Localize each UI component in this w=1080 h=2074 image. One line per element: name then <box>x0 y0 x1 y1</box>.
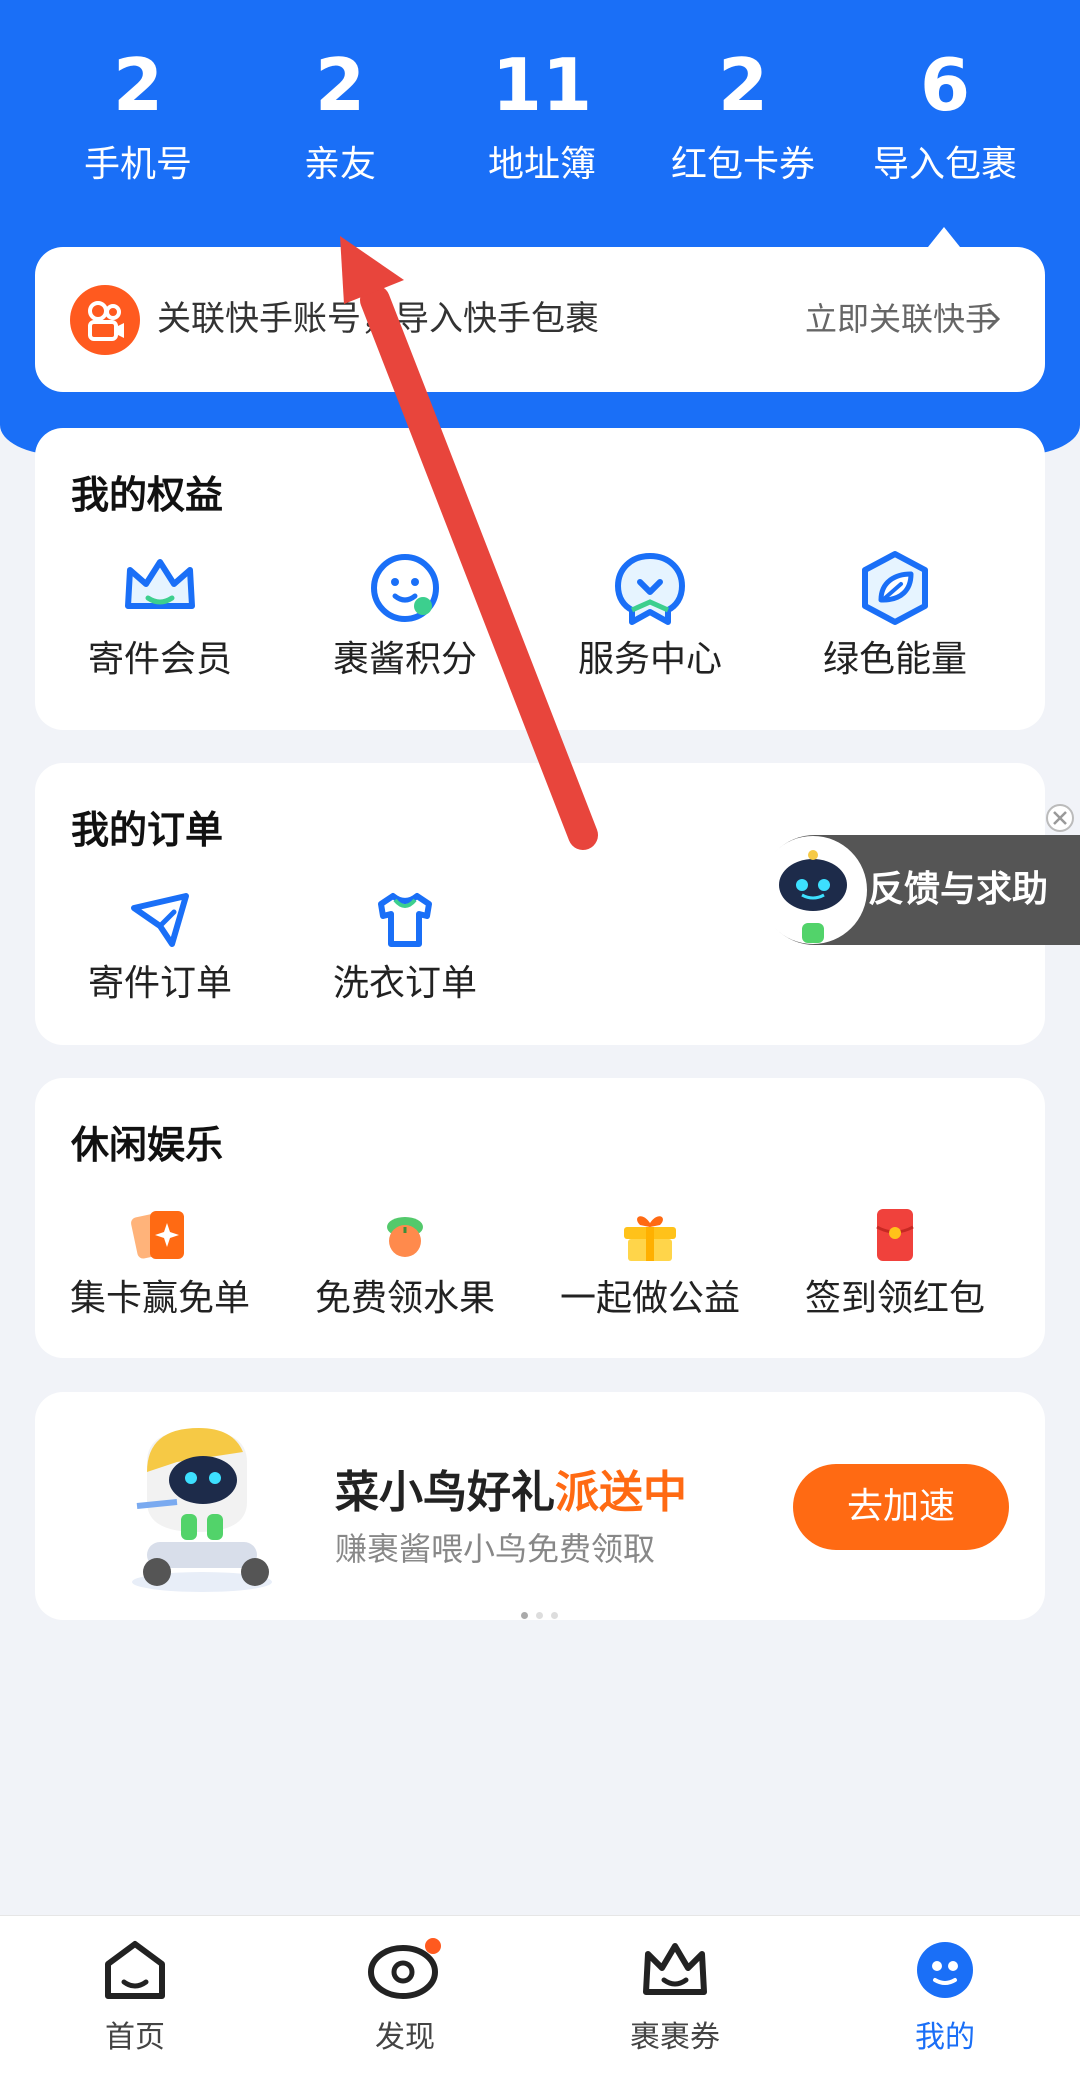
banner-title-main: 菜小鸟好礼 <box>335 1467 555 1518</box>
robot-mascot-icon <box>132 1428 272 1592</box>
benefit-item[interactable]: 绿色能量 <box>770 548 1020 688</box>
order-item[interactable]: 洗衣订单 <box>280 888 530 1012</box>
home-icon <box>105 1941 165 1999</box>
tshirt-icon <box>378 893 432 947</box>
tab-label: 发现 <box>375 2020 435 2055</box>
red-envelope-icon <box>876 1209 914 1261</box>
stat-value: 2 <box>314 43 366 127</box>
leaf-hexagon-icon <box>862 551 928 625</box>
order-item[interactable]: 寄件订单 <box>35 888 285 1012</box>
close-icon[interactable] <box>1044 802 1076 834</box>
order-label: 洗衣订单 <box>332 963 477 1004</box>
feedback-label: 反馈与求助 <box>868 869 1049 910</box>
tab-mine[interactable]: 我的 <box>865 1938 1025 2056</box>
eye-icon <box>368 1938 441 1999</box>
section-title: 休闲娱乐 <box>71 1123 224 1167</box>
leisure-label: 一起做公益 <box>559 1278 740 1319</box>
stat-phone[interactable]: 2 手机号 <box>38 40 238 200</box>
service-heart-icon <box>615 553 685 625</box>
card-icon <box>131 1211 184 1259</box>
stat-label: 地址簿 <box>487 144 596 185</box>
stat-label: 手机号 <box>83 144 192 185</box>
notification-dot <box>425 1938 441 1954</box>
leisure-label: 集卡赢免单 <box>69 1278 250 1319</box>
benefit-label: 寄件会员 <box>87 639 232 680</box>
stat-label: 导入包裹 <box>872 144 1017 185</box>
banner-subtitle: 赚裹酱喂小鸟免费领取 <box>335 1530 656 1568</box>
stat-value: 2 <box>717 43 769 127</box>
benefit-item[interactable]: 裹酱积分 <box>280 548 530 688</box>
leisure-label: 免费领水果 <box>314 1278 495 1319</box>
tab-label: 裹裹券 <box>630 2020 720 2055</box>
carousel-dots <box>517 1604 562 1623</box>
leisure-item[interactable]: 免费领水果 <box>280 1203 530 1327</box>
kuaishou-icon <box>70 285 140 355</box>
feedback-help-button[interactable]: 反馈与求助 <box>759 835 1080 945</box>
benefit-label: 服务中心 <box>577 639 722 680</box>
promo-banner[interactable]: 菜小鸟好礼派送中 赚裹酱喂小鸟免费领取 去加速 <box>35 1392 1045 1620</box>
tab-discover[interactable]: 发现 <box>325 1938 485 2056</box>
bird-avatar-icon <box>917 1942 973 1998</box>
benefit-item[interactable]: 服务中心 <box>525 548 775 688</box>
tab-label: 首页 <box>105 2020 165 2055</box>
tab-home[interactable]: 首页 <box>55 1938 215 2056</box>
stat-value: 6 <box>919 43 971 127</box>
smile-face-icon <box>371 554 439 622</box>
chevron-right-icon <box>986 307 1000 331</box>
benefit-label: 绿色能量 <box>822 639 967 680</box>
stat-friends[interactable]: 2 亲友 <box>240 40 440 200</box>
paper-plane-icon <box>131 893 189 947</box>
stats-row: 2 手机号 2 亲友 11 地址簿 2 红包卡券 6 导入包裹 <box>0 40 1080 220</box>
stat-address-book[interactable]: 11 地址簿 <box>442 40 642 200</box>
stat-value: 2 <box>112 43 164 127</box>
speed-up-button[interactable]: 去加速 <box>793 1464 1009 1550</box>
carousel-dot <box>551 1612 558 1619</box>
leisure-label: 签到领红包 <box>804 1278 985 1319</box>
fruit-icon <box>387 1217 423 1257</box>
stat-coupons[interactable]: 2 红包卡券 <box>643 40 843 200</box>
selection-notch <box>928 227 960 247</box>
stat-label: 亲友 <box>303 144 376 185</box>
benefit-label: 裹酱积分 <box>332 639 477 680</box>
crown-icon <box>125 559 195 609</box>
section-title: 我的权益 <box>71 473 224 517</box>
link-kuaishou-button[interactable]: 立即关联快手 <box>805 291 997 347</box>
stat-label: 红包卡券 <box>670 144 815 185</box>
section-title: 我的订单 <box>71 808 224 852</box>
leisure-item[interactable]: 集卡赢免单 <box>35 1203 285 1327</box>
benefit-item[interactable]: 寄件会员 <box>35 548 285 688</box>
stat-value: 11 <box>491 43 593 127</box>
robot-avatar-icon <box>759 836 867 944</box>
carousel-dot <box>536 1612 543 1619</box>
link-card-text: 关联快手账号，导入快手包裹 <box>157 299 599 339</box>
banner-title: 菜小鸟好礼派送中 <box>335 1456 687 1520</box>
tab-label: 我的 <box>915 2020 975 2055</box>
order-label: 寄件订单 <box>87 963 232 1004</box>
benefits-card: 我的权益 寄件会员 裹酱积分 服务中心 绿色能量 <box>35 428 1045 730</box>
carousel-dot <box>521 1612 528 1619</box>
gift-icon <box>624 1216 676 1261</box>
leisure-item[interactable]: 一起做公益 <box>525 1203 775 1327</box>
kuaishou-link-card[interactable]: 关联快手账号，导入快手包裹 立即关联快手 <box>35 247 1045 392</box>
banner-title-highlight: 派送中 <box>555 1467 687 1518</box>
leisure-card: 休闲娱乐 集卡赢免单 免费领水果 一起做公益 签到领红包 <box>35 1078 1045 1358</box>
leisure-item[interactable]: 签到领红包 <box>770 1203 1020 1327</box>
stat-import-packages[interactable]: 6 导入包裹 <box>845 40 1045 200</box>
crown-icon <box>643 1943 707 1995</box>
bottom-tab-bar: 首页 发现 裹裹券 我的 <box>0 1915 1080 2074</box>
tab-coupons[interactable]: 裹裹券 <box>595 1938 755 2056</box>
